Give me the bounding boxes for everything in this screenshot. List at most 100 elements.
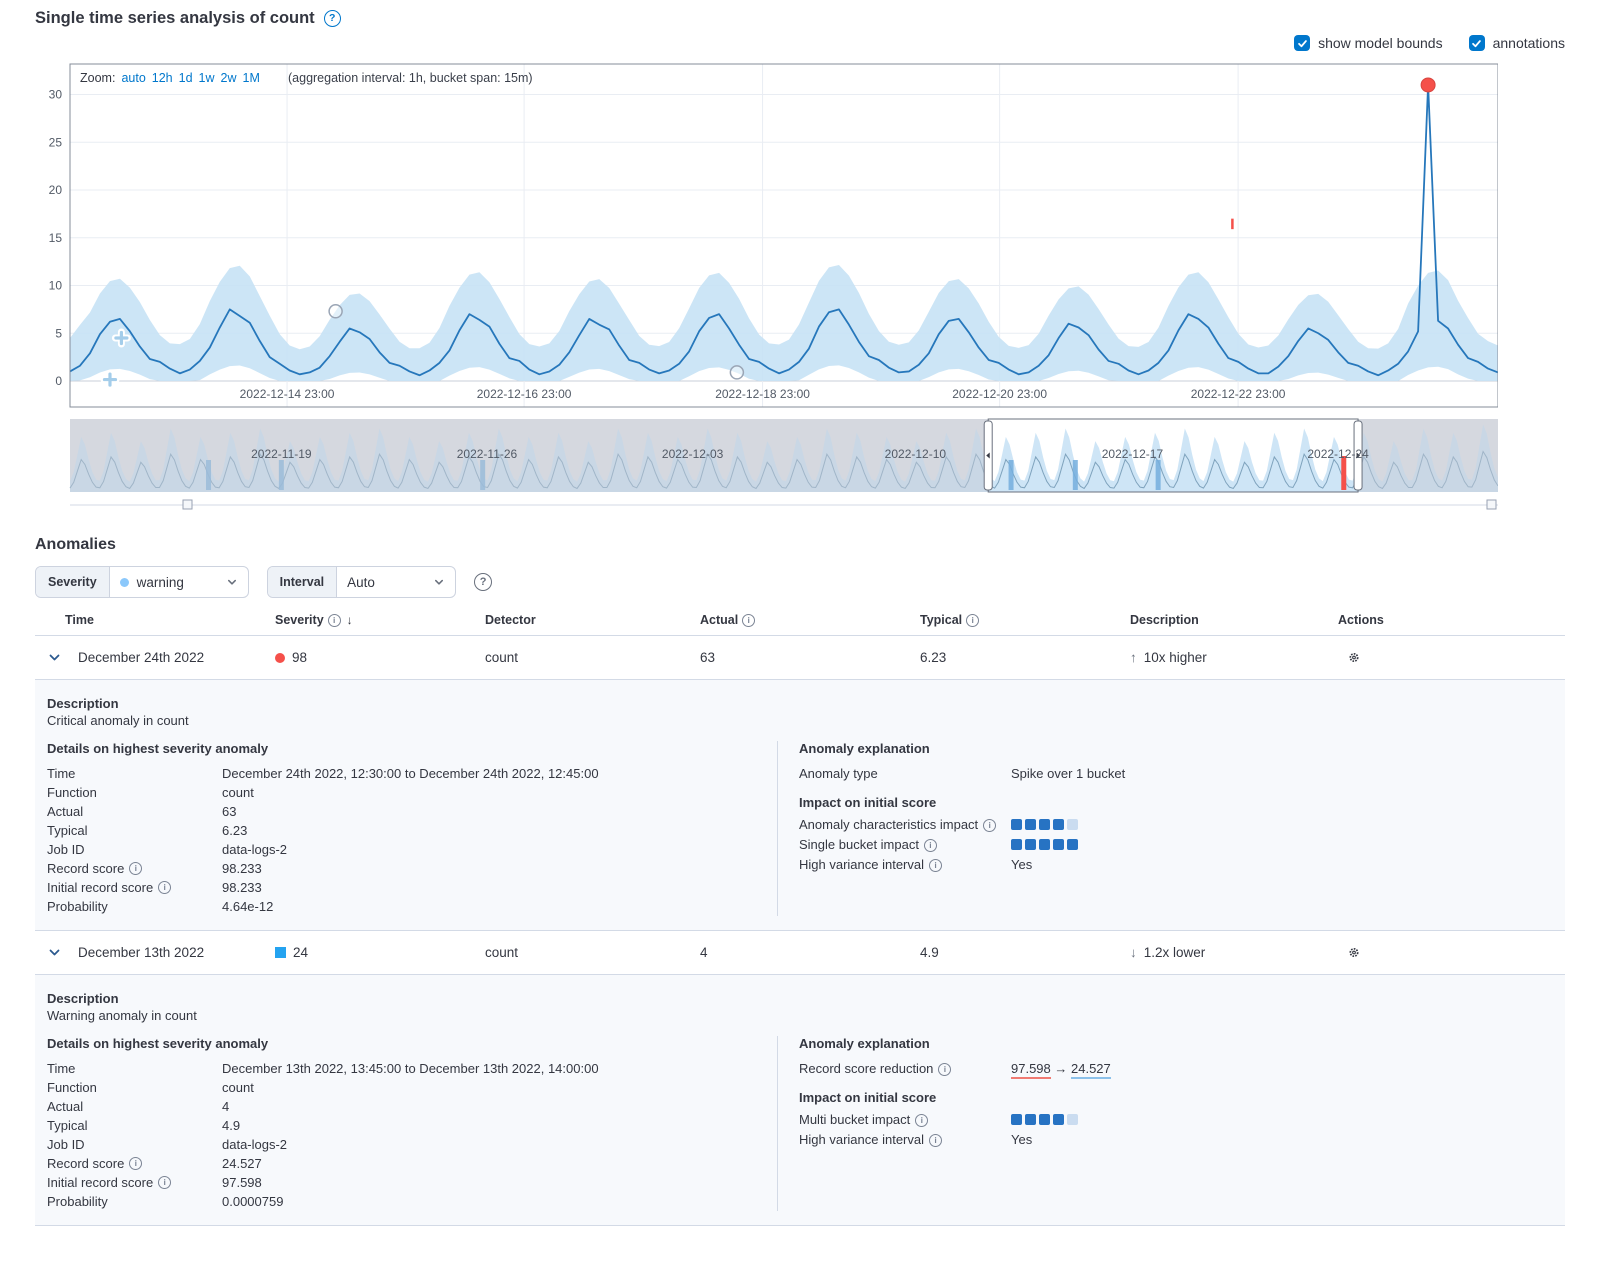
interval-select[interactable]: Interval Auto [267, 566, 456, 598]
gear-icon [1348, 649, 1360, 666]
panel-description-heading: Description [47, 695, 1547, 712]
impact-square-icon [1053, 819, 1064, 830]
arrow-down-icon: ↓ [1130, 945, 1137, 960]
zoom-link[interactable]: 2w [221, 71, 237, 85]
single-metric-viewer-page: Single time series analysis of count ? s… [0, 0, 1600, 1226]
impact-square-icon [1067, 839, 1078, 850]
anomaly-description: 1.2x lower [1144, 945, 1206, 960]
help-icon[interactable]: i [158, 1176, 171, 1189]
time-series-chart[interactable]: 0510152025302022-12-14 23:002022-12-16 2… [35, 62, 1498, 516]
impact-square-icon [1025, 1114, 1036, 1125]
chevron-down-icon [48, 651, 61, 664]
anomaly-explanation-column: Anomaly explanation Record score reducti… [777, 1036, 1547, 1211]
column-header-severity[interactable]: Severity i ↓ [275, 613, 485, 627]
zoom-link[interactable]: auto [121, 71, 145, 85]
explanation-heading: Anomaly explanation [799, 741, 1547, 756]
zoom-link[interactable]: 12h [152, 71, 173, 85]
help-icon[interactable]: i [983, 819, 996, 832]
details-heading: Details on highest severity anomaly [47, 1036, 777, 1051]
explanation-value [1011, 835, 1081, 855]
column-header-actions: Actions [1330, 613, 1565, 627]
help-icon[interactable]: i [129, 1157, 142, 1170]
collapse-row-button[interactable] [43, 942, 65, 964]
svg-text:2022-12-24: 2022-12-24 [1307, 447, 1369, 461]
svg-text:20: 20 [49, 183, 63, 197]
anomalies-heading: Anomalies [35, 536, 1565, 554]
column-header-actual[interactable]: Actual i [700, 613, 920, 627]
svg-text:2022-12-03: 2022-12-03 [662, 447, 724, 461]
explanation-row: Record score reductioni97.598 → 24.527 [799, 1059, 1547, 1079]
collapse-row-button[interactable] [43, 647, 65, 669]
typical-value: 4.9 [920, 945, 939, 960]
zoom-link[interactable]: 1w [199, 71, 215, 85]
actual-value: 4 [700, 945, 708, 960]
title-help-icon[interactable]: ? [324, 10, 341, 27]
help-icon[interactable]: i [938, 1063, 951, 1076]
svg-text:0: 0 [55, 374, 62, 388]
chart-area: Zoom: auto 12h 1d 1w 2w 1M (aggregation inter… [35, 62, 1565, 516]
severity-filter[interactable]: Severity warning [35, 566, 249, 598]
detail-row: Record scorei 98.233 [47, 859, 777, 878]
details-list: Time December 24th 2022, 12:30:00 to Dec… [47, 764, 777, 916]
detail-row: Actual 4 [47, 1097, 777, 1116]
column-header-typical[interactable]: Typical i [920, 613, 1130, 627]
help-icon[interactable]: i [966, 614, 979, 627]
column-header-time[interactable]: Time [35, 613, 275, 627]
aggregation-info: (aggregation interval: 1h, bucket span: … [283, 71, 533, 85]
detail-row: Time December 24th 2022, 12:30:00 to Dec… [47, 764, 777, 783]
severity-score: 24 [293, 945, 308, 960]
chart-toggles: show model bounds annotations [35, 32, 1565, 54]
zoom-label: Zoom: [80, 71, 115, 85]
interval-help-icon[interactable]: ? [474, 573, 492, 591]
anomaly-details-panel: Description Critical anomaly in count De… [35, 680, 1565, 931]
help-icon[interactable]: i [929, 1134, 942, 1147]
row-actions-gear-button[interactable] [1342, 646, 1366, 670]
zoom-controls: Zoom: auto 12h 1d 1w 2w 1M [80, 71, 260, 85]
impact-square-icon [1053, 1114, 1064, 1125]
toggle-label: show model bounds [1318, 35, 1443, 51]
svg-text:2022-11-26: 2022-11-26 [457, 447, 518, 461]
column-header-detector[interactable]: Detector [485, 613, 700, 627]
detail-row: Record scorei 24.527 [47, 1154, 777, 1173]
arrow-up-icon: ↑ [1130, 650, 1137, 665]
help-icon[interactable]: i [929, 859, 942, 872]
svg-text:25: 25 [49, 135, 63, 149]
severity-filter-value: warning [137, 575, 184, 590]
checkbox-checked-icon[interactable] [1294, 35, 1310, 51]
help-icon[interactable]: i [158, 881, 171, 894]
anomalies-filters: Severity warning Interval Auto ? [35, 566, 1565, 598]
help-icon[interactable]: i [328, 614, 341, 627]
severity-filter-label: Severity [36, 567, 110, 597]
impact-square-icon [1039, 819, 1050, 830]
interval-select-label: Interval [268, 567, 337, 597]
chevron-down-icon [433, 576, 445, 588]
severity-score: 98 [292, 650, 307, 665]
anomalies-table-header: Time Severity i ↓ Detector Actual i Typi… [35, 608, 1565, 636]
row-actions-gear-button[interactable] [1342, 941, 1366, 965]
help-icon[interactable]: i [915, 1114, 928, 1127]
checkbox-checked-icon[interactable] [1469, 35, 1485, 51]
interval-select-value: Auto [347, 575, 375, 590]
impact-square-icon [1067, 819, 1078, 830]
typical-value: 6.23 [920, 650, 946, 665]
impact-square-icon [1053, 839, 1064, 850]
impact-square-icon [1011, 819, 1022, 830]
help-icon[interactable]: i [924, 839, 937, 852]
explanation-row: Anomaly characteristics impacti [799, 815, 1547, 835]
help-icon[interactable]: i [129, 862, 142, 875]
explanation-rows: Record score reductioni97.598 → 24.527 [799, 1059, 1547, 1079]
zoom-link[interactable]: 1M [243, 71, 260, 85]
zoom-link[interactable]: 1d [179, 71, 193, 85]
anomaly-row: December 13th 2022 24 count 4 4.9 ↓ 1.2x… [35, 931, 1565, 975]
detail-row: Probability 0.0000759 [47, 1192, 777, 1211]
show-model-bounds-toggle[interactable]: show model bounds [1294, 35, 1443, 51]
page-title: Single time series analysis of count [35, 9, 315, 28]
anomaly-time: December 13th 2022 [78, 945, 204, 960]
explanation-value [1011, 815, 1081, 835]
help-icon[interactable]: i [742, 614, 755, 627]
sort-desc-icon[interactable]: ↓ [347, 613, 353, 627]
annotations-toggle[interactable]: annotations [1469, 35, 1565, 51]
chevron-down-icon [48, 946, 61, 959]
detail-row: Function count [47, 783, 777, 802]
explanation-row: Single bucket impacti [799, 835, 1547, 855]
